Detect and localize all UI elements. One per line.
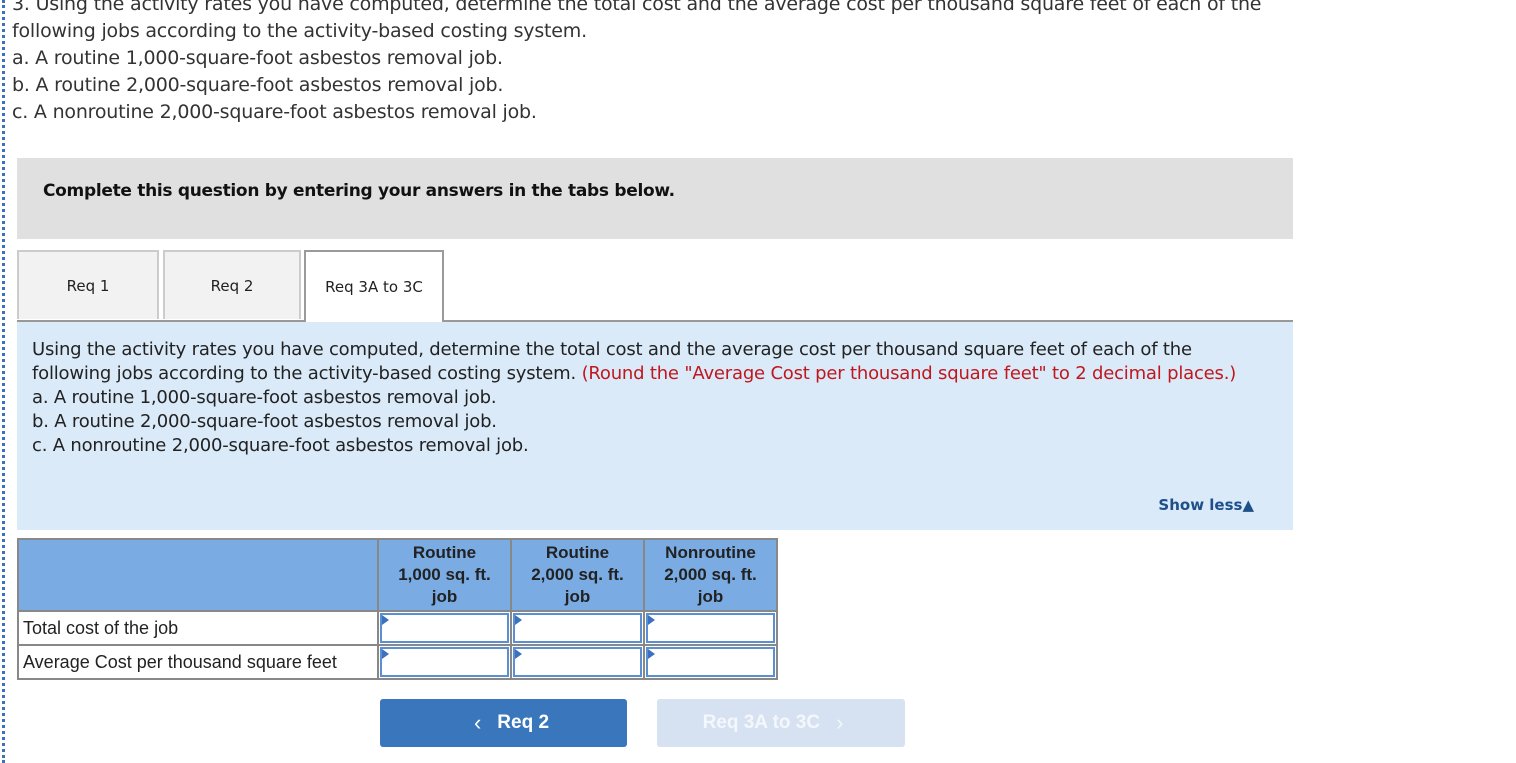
avg-cost-routine-2000-input[interactable]: [515, 649, 640, 675]
table-row: Average Cost per thousand square feet: [17, 644, 778, 680]
question-intro: 3. Using the activity rates you have com…: [12, 0, 1261, 126]
panel-item: c. A nonroutine 2,000-square-foot asbest…: [32, 435, 529, 456]
panel-item: b. A routine 2,000-square-foot asbestos …: [32, 411, 497, 432]
row-label: Average Cost per thousand square feet: [17, 644, 379, 680]
table-row: Total cost of the job: [17, 610, 778, 646]
input-flag-icon: [382, 649, 389, 659]
intro-line: following jobs according to the activity…: [12, 20, 587, 42]
tab-req-2[interactable]: Req 2: [163, 250, 301, 319]
header-blank-cell: [17, 538, 379, 612]
chevron-left-icon: ‹: [473, 710, 482, 735]
tab-bar: Req 1 Req 2 Req 3A to 3C: [17, 250, 1293, 322]
total-cost-nonroutine-2000-input[interactable]: [648, 615, 773, 641]
tab-req-1[interactable]: Req 1: [17, 250, 159, 319]
input-flag-icon: [648, 649, 655, 659]
input-flag-icon: [648, 615, 655, 625]
left-dotted-rule: [2, 0, 5, 763]
panel-text: Using the activity rates you have comput…: [32, 338, 1272, 458]
total-cost-routine-1000-input[interactable]: [382, 615, 507, 641]
answer-table: Routine 1,000 sq. ft. job Routine 2,000 …: [17, 538, 778, 680]
table-header-row: Routine 1,000 sq. ft. job Routine 2,000 …: [17, 538, 778, 612]
row-label: Total cost of the job: [17, 610, 379, 646]
intro-line: b. A routine 2,000-square-foot asbestos …: [12, 74, 504, 96]
column-header: Routine 1,000 sq. ft. job: [377, 538, 512, 612]
banner-text: Complete this question by entering your …: [43, 181, 675, 201]
question-panel: Using the activity rates you have comput…: [17, 322, 1293, 530]
input-flag-icon: [382, 615, 389, 625]
total-cost-routine-2000-input[interactable]: [515, 615, 640, 641]
next-req-button[interactable]: Req 3A to 3C ›: [657, 699, 905, 747]
instruction-banner: Complete this question by entering your …: [17, 158, 1293, 239]
prev-req-label: Req 2: [497, 712, 550, 733]
chevron-right-icon: ›: [836, 710, 844, 735]
input-flag-icon: [515, 649, 522, 659]
triangle-up-icon: ▲: [1242, 496, 1254, 514]
input-flag-icon: [515, 615, 522, 625]
column-header: Routine 2,000 sq. ft. job: [510, 538, 645, 612]
prev-req-button[interactable]: ‹ Req 2: [380, 699, 627, 747]
show-less-link[interactable]: Show less▲: [1158, 496, 1254, 514]
panel-item: a. A routine 1,000-square-foot asbestos …: [32, 387, 497, 408]
avg-cost-routine-1000-input[interactable]: [382, 649, 507, 675]
rounding-note: (Round the "Average Cost per thousand sq…: [581, 363, 1237, 384]
intro-line: a. A routine 1,000-square-foot asbestos …: [12, 47, 503, 69]
column-header: Nonroutine 2,000 sq. ft. job: [643, 538, 778, 612]
show-less-label: Show less: [1158, 496, 1243, 514]
avg-cost-nonroutine-2000-input[interactable]: [648, 649, 773, 675]
intro-line: c. A nonroutine 2,000-square-foot asbest…: [12, 101, 537, 123]
tab-req-3a-to-3c[interactable]: Req 3A to 3C: [304, 250, 444, 322]
intro-line: 3. Using the activity rates you have com…: [12, 0, 1262, 15]
next-req-label: Req 3A to 3C: [702, 712, 821, 733]
